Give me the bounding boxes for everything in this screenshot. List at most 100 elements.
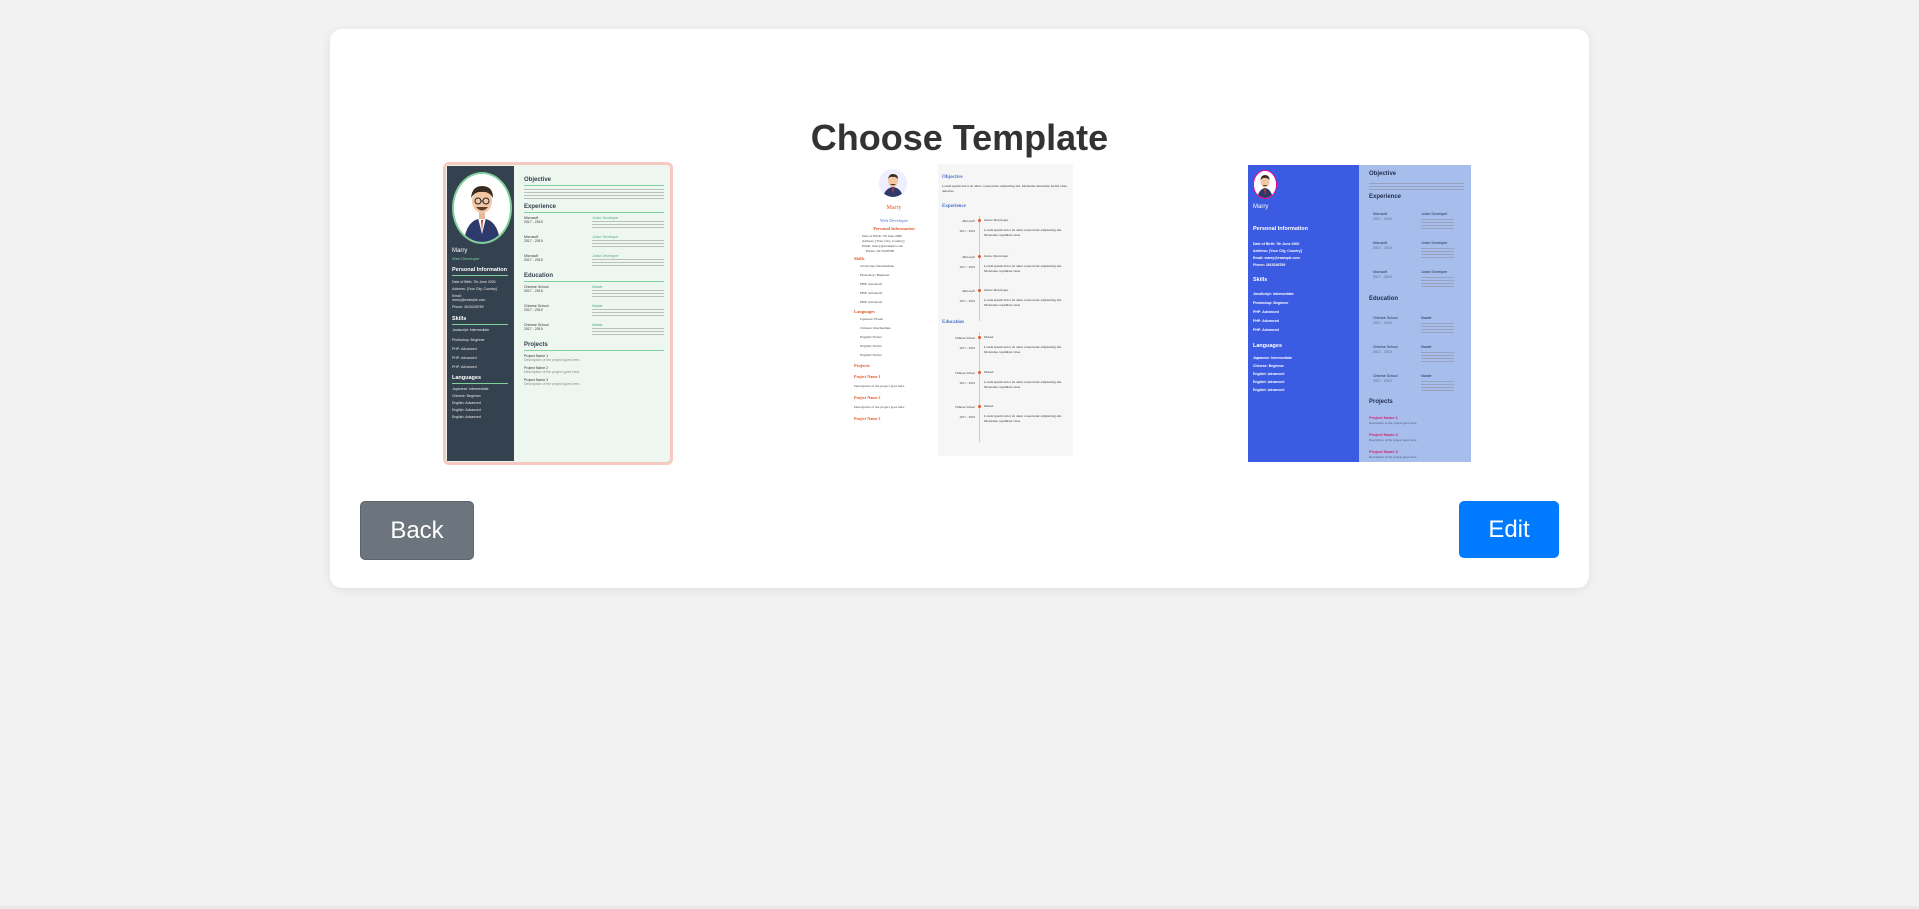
timeline-line xyxy=(979,332,980,442)
template-1-skill: Javascript: Intermediate xyxy=(452,328,490,332)
years: 2017 - 2019 xyxy=(959,229,975,233)
project-name: Project Name 3 xyxy=(1369,449,1398,454)
degree: Master xyxy=(592,323,603,327)
divider xyxy=(452,324,508,325)
template-card-3[interactable]: Marry Personal Information Date of Birth… xyxy=(1248,165,1471,462)
template-3-language: English: Advanced xyxy=(1253,372,1285,376)
timeline-dot xyxy=(978,255,981,258)
template-3-skill: PHP: Advanced xyxy=(1253,319,1279,323)
education-row: Chinese School 2017 - 2019 Master xyxy=(524,285,664,298)
job-title: Junior Developer xyxy=(984,254,1009,258)
company: Microsoft xyxy=(962,289,975,293)
project-desc: Description of the project goes here. xyxy=(1369,438,1418,442)
template-2-left-column: Marry Web Developer Personal Information… xyxy=(850,164,938,461)
years: 2017 - 2019 xyxy=(959,265,975,269)
template-2-language: English: Native xyxy=(860,344,882,348)
degree: Master xyxy=(984,404,994,408)
job-title: Junior Developer xyxy=(1421,241,1448,245)
template-3-education-heading: Education xyxy=(1369,296,1399,302)
project-name: Project Name 3 xyxy=(854,416,881,421)
project-item: Project Name 2 Description of the project… xyxy=(524,366,664,374)
page-title: Choose Template xyxy=(810,117,1109,158)
description-lines xyxy=(1421,219,1454,229)
description-lines xyxy=(592,328,664,335)
template-3-skill: PHP: Advanced xyxy=(1253,310,1279,314)
years: 2017 - 2019 xyxy=(524,220,543,224)
years: 2017 - 2019 xyxy=(524,239,543,243)
years: 2017 - 2019 xyxy=(959,299,975,303)
avatar xyxy=(452,172,512,244)
template-1-education-heading: Education xyxy=(524,273,554,279)
template-1-language: English: Advanced xyxy=(452,401,481,405)
template-1-email: marry@example.com xyxy=(452,298,486,302)
divider xyxy=(452,383,508,384)
template-2-phone: Phone: 2615248789 xyxy=(866,249,895,253)
template-2-skill: JavaScript: Intermediate xyxy=(860,264,895,268)
template-1-skill: PHP: Advanced xyxy=(452,365,477,369)
description-lines xyxy=(1421,352,1454,362)
template-3-language: English: Advanced xyxy=(1253,388,1285,392)
avatar xyxy=(879,169,907,197)
project-desc: Description of the project goes here. xyxy=(1369,421,1418,425)
template-2-languages-heading: Languages xyxy=(854,309,875,314)
template-2-language: English: Native xyxy=(860,335,882,339)
years: 2017 - 2019 xyxy=(524,327,543,331)
template-3-projects-heading: Projects xyxy=(1369,399,1393,405)
years: 2017 - 2019 xyxy=(1373,321,1392,325)
description: Lorem ipsum dolor sit amet consectetur a… xyxy=(984,380,1063,389)
template-2-skill: PHP: Advanced xyxy=(860,300,883,304)
description: Lorem ipsum dolor sit amet consectetur a… xyxy=(984,414,1063,423)
company: Microsoft xyxy=(962,219,975,223)
template-2-experience-heading: Experience xyxy=(942,204,966,209)
person-avatar-icon xyxy=(1254,171,1276,198)
template-1-dob: Date of Birth: 7th June 2000 xyxy=(452,280,496,284)
timeline-dot xyxy=(978,371,981,374)
job-title: Junior Developer xyxy=(1421,212,1448,216)
description-lines xyxy=(592,240,664,247)
education-row: Chinese School 2017 - 2019 Master xyxy=(524,304,664,317)
school: Chinese School xyxy=(955,405,975,409)
template-card-2[interactable]: Marry Web Developer Personal Information… xyxy=(850,164,1073,461)
template-3-language: English: Advanced xyxy=(1253,380,1285,384)
description-lines xyxy=(1421,248,1454,258)
degree: Master xyxy=(984,335,994,339)
template-picker-card: Choose Template Marry Web Developer Pers… xyxy=(330,29,1589,588)
job-title: Junior Developer xyxy=(592,216,619,220)
job-title: Junior Developer xyxy=(984,288,1009,292)
template-3-language: Japanese: Intermediate xyxy=(1253,356,1292,360)
back-button[interactable]: Back xyxy=(360,501,474,560)
school: Chinese School xyxy=(955,371,975,375)
template-2-role: Web Developer xyxy=(880,218,908,223)
template-card-1[interactable]: Marry Web Developer Personal Information… xyxy=(443,162,673,465)
job-title: Junior Developer xyxy=(592,254,619,258)
template-1-language: Chinese: Beginner xyxy=(452,394,481,398)
template-3-skill: Photoshop: Beginner xyxy=(1253,301,1289,305)
description: Lorem ipsum dolor sit amet consectetur a… xyxy=(984,264,1063,273)
template-2-right-column: Objective Lorem ipsum dolor sit amet, co… xyxy=(938,164,1073,456)
school: Chinese School xyxy=(1373,316,1398,320)
template-2-language: Japanese: Fluent xyxy=(860,317,884,321)
template-1-skill: PHP: Advanced xyxy=(452,356,477,360)
divider xyxy=(524,350,664,351)
template-1-phone: Phone: 2615248789 xyxy=(452,305,484,309)
years: 2017 - 2019 xyxy=(1373,379,1392,383)
template-1-skill: PHP: Advanced xyxy=(452,347,477,351)
template-2-email: Email: marry@example.com xyxy=(862,244,903,248)
years: 2017 - 2019 xyxy=(524,308,543,312)
job-title: Junior Developer xyxy=(1421,270,1448,274)
template-1-language: Japanese: Intermediate xyxy=(452,387,489,391)
edit-button[interactable]: Edit xyxy=(1459,501,1559,558)
description-lines xyxy=(592,309,664,316)
project-name: Project Name 2 xyxy=(1369,432,1398,437)
degree: Master xyxy=(592,304,603,308)
template-3-language: Chinese: Beginner xyxy=(1253,364,1284,368)
project-desc: Description of the project goes here. xyxy=(1369,455,1418,459)
timeline-line xyxy=(979,216,980,321)
company: Microsoft xyxy=(962,255,975,259)
template-1-name: Marry xyxy=(452,248,468,254)
divider xyxy=(524,185,664,186)
template-2-personal-heading: Personal Information xyxy=(873,226,915,231)
template-3-skills-heading: Skills xyxy=(1253,277,1268,283)
job-title: Junior Developer xyxy=(984,218,1009,222)
description: Lorem ipsum dolor sit amet consectetur a… xyxy=(984,298,1063,307)
